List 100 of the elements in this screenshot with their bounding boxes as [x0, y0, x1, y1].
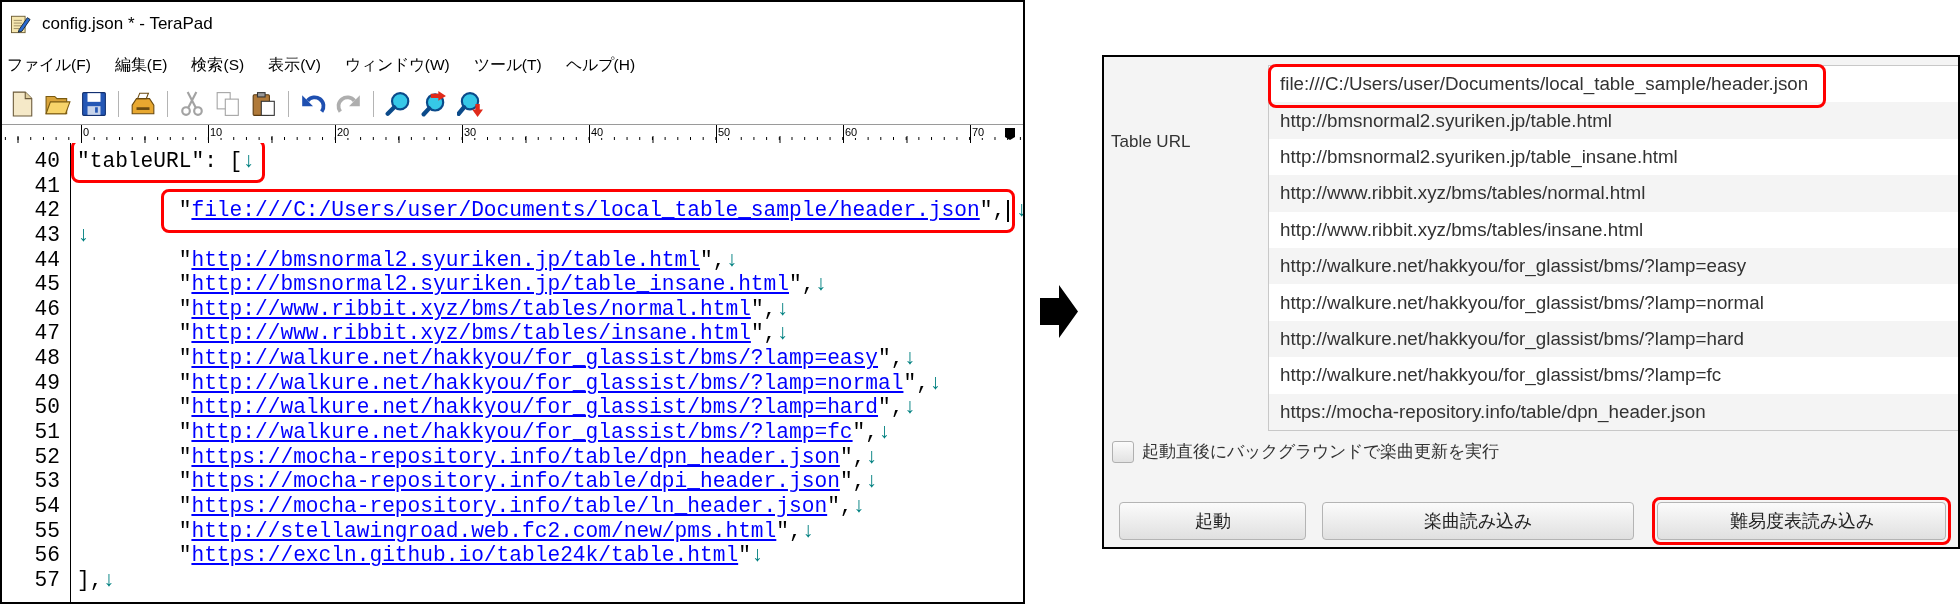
url-link[interactable]: http://walkure.net/hakkyou/for_glassist/bms/?lamp=hard [191, 395, 878, 421]
url-link[interactable]: http://bmsnormal2.syuriken.jp/table.html [191, 247, 700, 273]
url-link[interactable]: http://walkure.net/hakkyou/for_glassist/bms/?lamp=fc [191, 420, 853, 445]
url-link[interactable]: http://www.ribbit.xyz/bms/tables/insane.html [191, 321, 751, 347]
line-number: 57 [33, 567, 60, 593]
url-link[interactable]: http://www.ribbit.xyz/bms/tables/normal.html [191, 296, 751, 322]
clipboard-icon[interactable] [251, 91, 277, 117]
code-text: ", [903, 370, 929, 396]
menu-item[interactable]: ヘルプ(H) [565, 54, 636, 76]
line-break-mark: ↓ [852, 493, 866, 519]
notepad-pencil-icon [10, 14, 32, 34]
menu-item[interactable]: 検索(S) [191, 54, 245, 76]
right-arrow-icon [1040, 285, 1078, 338]
line-break-mark: ↓ [903, 346, 917, 371]
margin-marker-icon[interactable] [1005, 128, 1015, 140]
ruler-number: 0 [82, 126, 91, 138]
text-cursor-icon [1007, 199, 1010, 222]
line-number: 46 [33, 296, 60, 322]
url-link[interactable]: http://walkure.net/hakkyou/for_glassist/bms/?lamp=easy [191, 346, 878, 371]
url-link[interactable]: https://mocha-repository.info/table/ln_header.json [191, 493, 828, 519]
line-number: 53 [33, 469, 60, 494]
start-button[interactable]: 起動 [1119, 501, 1306, 540]
code-text: ", [700, 247, 726, 273]
menu-item[interactable]: ツール(T) [473, 54, 542, 76]
line-break-mark: ↓ [801, 518, 815, 544]
load-songs-button[interactable]: 楽曲読み込み [1322, 501, 1634, 540]
search-icon[interactable] [385, 91, 411, 117]
code-text: ", [750, 321, 777, 347]
code-text: " [738, 543, 751, 568]
line-break-mark: ↓ [750, 543, 764, 568]
line-number: 50 [33, 395, 60, 421]
line-number: 55 [33, 518, 60, 544]
line-number: 47 [33, 321, 60, 347]
url-link[interactable]: http://walkure.net/hakkyou/for_glassist/bms/?lamp=normal [191, 370, 904, 396]
code-text: " [178, 272, 192, 297]
menu-item[interactable]: 表示(V) [268, 54, 321, 76]
code-text: " [178, 321, 192, 347]
menu-item[interactable]: ファイル(F) [7, 54, 91, 76]
code-text: ], [77, 567, 103, 593]
code-text: " [178, 493, 192, 519]
line-break-mark: ↓ [725, 247, 739, 273]
code-text: ", [827, 493, 853, 519]
line-break-mark: ↓ [77, 222, 90, 248]
line-number: 41 [33, 173, 60, 199]
url-list-item[interactable]: https://mocha-repository.info/table/dpn_header.json [1269, 393, 1958, 430]
url-link[interactable]: https://mocha-repository.info/table/dpi_header.json [191, 469, 840, 494]
magnifier-arrow-icon[interactable] [457, 91, 483, 117]
menu-item[interactable]: ウィンドウ(W) [344, 54, 450, 76]
load-tables-button[interactable]: 難易度表読み込み [1657, 501, 1946, 540]
line-break-mark: ↓ [776, 321, 790, 347]
line-break-mark: ↓ [776, 296, 790, 322]
code-text: ", [776, 518, 802, 544]
checkbox-label: 起動直後にバックグラウンドで楽曲更新を実行 [1142, 441, 1499, 464]
line-number: 42 [33, 198, 60, 223]
line-number: 40 [33, 149, 60, 174]
ruler-number: 50 [717, 126, 732, 138]
code-text: ", [789, 272, 815, 297]
printer-icon[interactable] [130, 91, 156, 117]
url-list-item[interactable]: http://walkure.net/hakkyou/for_glassist/bms/?lamp=easy [1269, 247, 1958, 285]
code-text: " [178, 420, 192, 445]
checkbox[interactable] [1112, 440, 1134, 463]
line-break-mark: ↓ [865, 469, 879, 494]
code-text: ", [852, 420, 879, 445]
line-break-mark: ↓ [903, 395, 917, 421]
code-text: ", [839, 444, 866, 470]
url-link[interactable]: https://mocha-repository.info/table/dpn_header.json [191, 444, 840, 470]
url-link[interactable]: https://excln.github.io/table24k/table.html [191, 543, 739, 568]
code-text: ", [750, 296, 777, 322]
code-text: ", [839, 469, 866, 494]
ruler-number: 20 [336, 126, 351, 138]
magnifier-arrow-icon[interactable] [421, 91, 447, 117]
line-number: 43 [33, 222, 60, 248]
window-title: config.json * - TeraPad [42, 14, 213, 34]
line-number: 54 [33, 493, 60, 519]
line-number: 49 [33, 370, 60, 396]
code-text: ", [979, 198, 1006, 223]
line-number: 51 [33, 420, 60, 445]
line-break-mark: ↓ [242, 149, 255, 174]
url-link[interactable]: http://bmsnormal2.syuriken.jp/table_insane.html [191, 272, 789, 297]
line-number: 52 [33, 444, 60, 470]
save-icon[interactable] [81, 91, 107, 117]
line-break-mark: ↓ [878, 420, 891, 445]
code-text: " [178, 247, 192, 273]
line-break-mark: ↓ [928, 370, 942, 396]
ruler-number: 40 [590, 126, 605, 138]
ruler-number: 60 [844, 126, 859, 138]
url-link[interactable]: http://stellawingroad.web.fc2.com/new/pms.html [191, 518, 777, 544]
url-list-item[interactable]: http://walkure.net/hakkyou/for_glassist/bms/?lamp=hard [1269, 320, 1958, 358]
menu-item[interactable]: 編集(E) [114, 54, 168, 76]
code-text: ", [878, 346, 904, 371]
code-text: " [178, 543, 192, 568]
url-list-item[interactable]: http://bmsnormal2.syuriken.jp/table.html [1269, 102, 1958, 139]
ruler-number: 30 [463, 126, 478, 138]
code-text: " [178, 370, 192, 396]
ruler-number: 10 [209, 126, 224, 138]
code-text: " [178, 198, 192, 223]
code-text: ", [878, 395, 904, 421]
url-link[interactable]: file:///C:/Users/user/Documents/local_table_sample/header.json [191, 198, 980, 223]
url-list-item[interactable]: http://www.ribbit.xyz/bms/tables/normal.html [1269, 175, 1958, 212]
field-label: Table URL [1111, 132, 1191, 151]
